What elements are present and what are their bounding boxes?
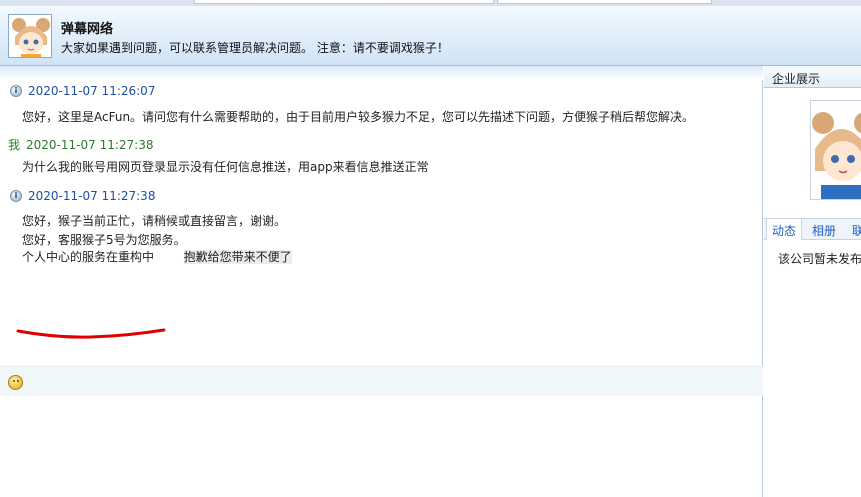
message-text: 您好，这里是AcFun。请问您有什么需要帮助的，由于目前用户较多猴力不足，您可以…: [22, 110, 695, 124]
message-text: 您好，猴子当前正忙，请稍候或直接留言，谢谢。: [22, 214, 287, 228]
chat-subtitle: 大家如果遇到问题，可以联系管理员解决问题。 注意：请不要调戏猴子！: [61, 41, 449, 55]
red-annotation-underline: [16, 328, 166, 339]
sidebar-empty-text: 该公司暂未发布: [778, 252, 861, 266]
message-header: i 2020-11-07 11:26:07: [10, 84, 155, 98]
message-text: 您好，客服猴子5号为您服务。: [22, 233, 186, 247]
message-text-last: 个人中心的服务在重构中 抱歉给您带来不便了: [22, 248, 292, 265]
sidebar-title: 企业展示: [764, 66, 861, 88]
chat-panel: i 2020-11-07 11:26:07 您好，这里是AcFun。请问您有什么…: [0, 66, 763, 497]
message-text: 为什么我的账号用网页登录显示没有任何信息推送，用app来看信息推送正常: [22, 160, 429, 174]
mascot-avatar-icon: [9, 15, 51, 57]
company-sidebar: 企业展示 动态 相册 联 该公司暂未发布: [764, 66, 861, 497]
chat-input-toolbar: [0, 366, 763, 396]
emoji-icon[interactable]: [8, 375, 23, 390]
message-sender: 我: [8, 138, 21, 152]
company-photo: [810, 100, 861, 200]
info-icon: i: [10, 190, 22, 202]
toolbar-field-right[interactable]: [497, 0, 712, 4]
message-time: 2020-11-07 11:27:38: [26, 137, 154, 152]
avatar: [8, 14, 52, 58]
chat-top-gradient: [0, 66, 763, 80]
sidebar-tabs: 动态 相册 联: [764, 218, 861, 240]
message-header: i 2020-11-07 11:27:38: [10, 189, 155, 203]
info-icon: i: [10, 85, 22, 97]
message-text-part: 个人中心的服务在重构中: [22, 250, 155, 264]
tab-album[interactable]: 相册: [812, 222, 836, 239]
chat-header: 弹幕网络 大家如果遇到问题，可以联系管理员解决问题。 注意：请不要调戏猴子！: [0, 6, 861, 66]
tab-contact[interactable]: 联: [852, 222, 861, 239]
message-header-me: 我 2020-11-07 11:27:38: [8, 136, 153, 153]
toolbar-field-left[interactable]: [194, 0, 494, 4]
tab-news[interactable]: 动态: [766, 218, 803, 240]
mascot-photo-icon: [811, 101, 861, 199]
message-time: 2020-11-07 11:26:07: [28, 84, 156, 98]
chat-title: 弹幕网络: [61, 22, 114, 37]
message-time: 2020-11-07 11:27:38: [28, 189, 156, 203]
message-text-part-highlighted: 抱歉给您带来不便了: [183, 250, 292, 264]
